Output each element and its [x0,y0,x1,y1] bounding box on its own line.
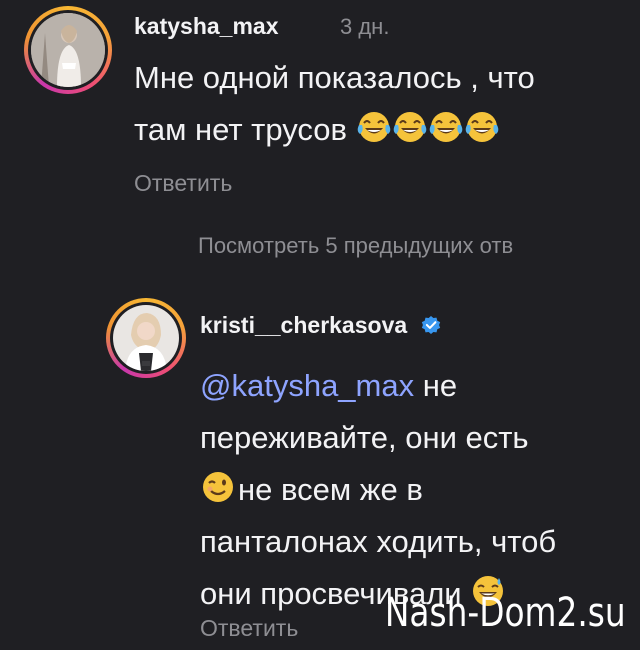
avatar[interactable] [24,6,112,94]
comment-username[interactable]: kristi__cherkasova [200,312,442,339]
comment-line-text: не [414,368,458,403]
verified-badge-icon [421,316,440,334]
person-silhouette-icon [31,13,105,87]
comment-line: панталонах ходить, чтоб [200,524,557,559]
winking-face-icon [200,469,236,505]
view-previous-replies-label: Посмотреть 5 предыдущих отв [198,233,514,258]
avatar-photo [31,13,105,87]
comment-line: переживайте, они есть [200,420,529,455]
comment-line: там нет трусов [134,112,347,147]
reply-button[interactable]: Ответить [134,170,232,197]
reply-button[interactable]: Ответить [200,615,298,642]
face-with-tears-of-joy-icon [392,109,428,145]
comment-line-with-emoji: не всем же в [200,464,556,516]
face-with-tears-of-joy-icon [464,109,500,145]
comment-line: @katysha_max не [200,360,556,412]
comment-username[interactable]: katysha_max [134,13,279,40]
view-previous-replies-button[interactable]: Посмотреть 5 предыдущих отв [198,233,513,259]
face-with-tears-of-joy-icon [356,109,392,145]
avatar-photo [113,305,179,371]
face-with-tears-of-joy-icon [428,109,464,145]
comment-text: @katysha_max не переживайте, они есть не… [200,360,556,620]
comment-line: Мне одной показалось , что [134,60,535,95]
comment-text: Мне одной показалось , что там нет трусо… [134,52,535,156]
avatar[interactable] [106,298,186,378]
comment-line-text: не всем же в [238,472,423,507]
person-silhouette-icon [113,305,179,371]
watermark-logo: Nash-Dom2.su [385,590,626,636]
comment-line-with-emojis: там нет трусов [134,104,535,156]
comment-username-text: kristi__cherkasova [200,312,408,338]
mention-link[interactable]: @katysha_max [200,368,414,403]
comment-timestamp: 3 дн. [340,14,390,39]
